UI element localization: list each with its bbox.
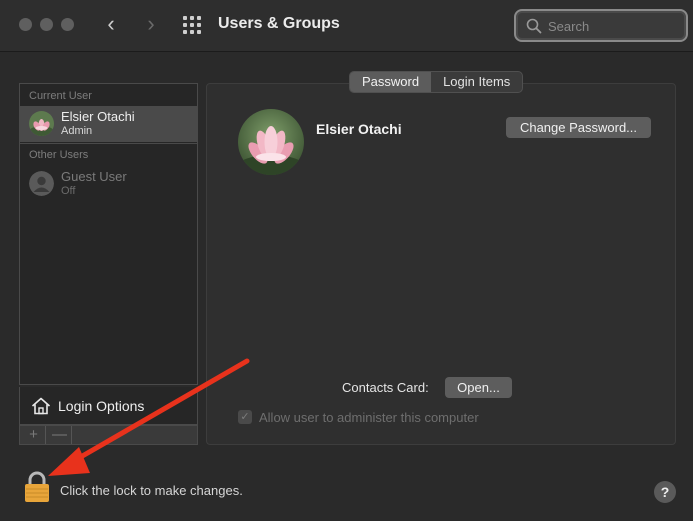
open-contacts-card-button[interactable]: Open... xyxy=(445,377,512,398)
search-input[interactable] xyxy=(548,17,678,35)
chevron-right-icon[interactable]: › xyxy=(141,13,161,37)
change-password-button[interactable]: Change Password... xyxy=(506,117,651,138)
user-full-name: Elsier Otachi xyxy=(316,121,402,137)
user-role: Admin xyxy=(61,125,93,137)
user-role: Off xyxy=(61,185,76,197)
search-icon xyxy=(526,18,542,34)
lock-icon[interactable] xyxy=(24,471,50,503)
user-picture[interactable] xyxy=(238,109,304,175)
add-user-button[interactable]: + xyxy=(22,426,46,444)
user-list-item[interactable]: Elsier Otachi Admin xyxy=(20,106,197,142)
other-users-header: Other Users xyxy=(29,149,89,161)
house-icon xyxy=(31,397,51,415)
current-user-header: Current User xyxy=(29,90,92,102)
allow-admin-label: Allow user to administer this computer xyxy=(259,410,479,425)
toolbar: ‹ › Users & Groups xyxy=(0,0,693,52)
tab-password[interactable]: Password xyxy=(350,72,432,92)
grid-icon[interactable] xyxy=(183,16,201,34)
avatar xyxy=(29,111,54,136)
remove-user-button[interactable]: — xyxy=(48,426,72,444)
guest-user-icon xyxy=(29,171,54,196)
zoom-window-button[interactable] xyxy=(61,18,74,31)
contacts-card-label: Contacts Card: xyxy=(342,380,429,395)
lock-message: Click the lock to make changes. xyxy=(60,483,243,498)
chevron-left-icon[interactable]: ‹ xyxy=(101,13,121,37)
window-title: Users & Groups xyxy=(218,15,340,32)
help-button[interactable]: ? xyxy=(654,481,676,503)
user-name: Guest User xyxy=(61,169,127,184)
user-list-item[interactable]: Guest User Off xyxy=(20,166,197,202)
close-window-button[interactable] xyxy=(19,18,32,31)
users-groups-window: ‹ › Users & Groups Current User xyxy=(0,0,693,521)
allow-admin-checkbox[interactable]: ✓ xyxy=(238,410,252,424)
minimize-window-button[interactable] xyxy=(40,18,53,31)
user-list: Current User Elsier Otachi Admin Other U… xyxy=(19,83,198,385)
user-name: Elsier Otachi xyxy=(61,109,135,124)
tab-login-items[interactable]: Login Items xyxy=(431,72,522,92)
add-remove-bar: + — xyxy=(19,425,198,445)
tab-bar: Password Login Items xyxy=(349,71,524,93)
search-field[interactable] xyxy=(514,9,688,42)
divider xyxy=(20,143,197,144)
login-options-label: Login Options xyxy=(58,398,145,414)
login-options-button[interactable]: Login Options xyxy=(19,387,198,425)
